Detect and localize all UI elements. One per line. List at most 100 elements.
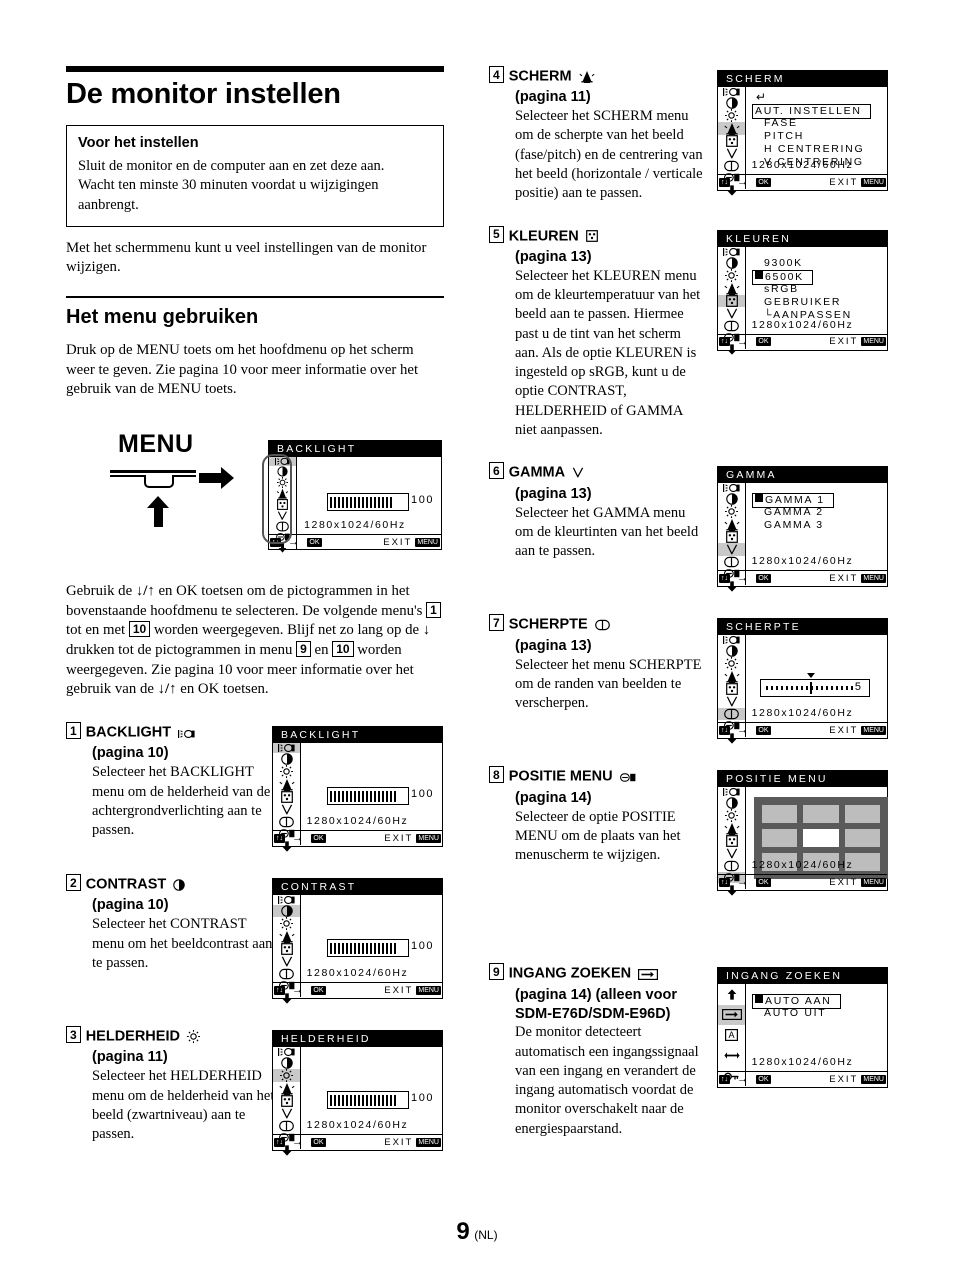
osd-option-row[interactable]: AUTO UIT bbox=[752, 1007, 841, 1020]
osd-ok-key[interactable]: OK bbox=[756, 177, 771, 187]
sidebar-brightness-icon[interactable] bbox=[273, 765, 300, 779]
osd-menu-key[interactable]: MENU bbox=[416, 985, 441, 995]
position-cell-1[interactable] bbox=[803, 805, 839, 824]
osd-updown-key[interactable]: ↑↓ bbox=[719, 1074, 730, 1084]
osd-menu-key[interactable]: MENU bbox=[861, 177, 886, 187]
sidebar-screen-icon[interactable] bbox=[273, 778, 300, 792]
osd-menu-key[interactable]: MENU bbox=[861, 337, 886, 347]
osd-option-row[interactable]: 6500K bbox=[752, 269, 852, 285]
sidebar-contrast-icon[interactable] bbox=[718, 493, 745, 506]
position-cell-2[interactable] bbox=[844, 805, 880, 824]
osd-ok-key[interactable]: OK bbox=[756, 877, 771, 887]
sidebar-color-icon[interactable] bbox=[718, 294, 745, 307]
osd-updown-key[interactable]: ↑↓ bbox=[270, 537, 281, 547]
sidebar-backlight-icon[interactable] bbox=[718, 483, 745, 493]
sidebar-brightness-icon[interactable] bbox=[718, 505, 745, 519]
sidebar-contrast-icon[interactable] bbox=[273, 1057, 300, 1069]
sidebar-backlight-icon[interactable] bbox=[718, 87, 745, 97]
position-cell-3[interactable] bbox=[762, 829, 798, 848]
sidebar-brightness-icon[interactable] bbox=[273, 917, 300, 931]
sidebar-contrast-icon[interactable] bbox=[273, 905, 300, 918]
osd-option-row[interactable]: GEBRUIKER bbox=[752, 296, 852, 309]
osd-option-list[interactable]: ↵ AUT. INSTELLEN FASE PITCH H CENTRERING V … bbox=[752, 91, 871, 169]
osd-updown-key[interactable]: ↑↓ bbox=[719, 725, 730, 735]
osd-menu-key[interactable]: MENU bbox=[416, 1137, 441, 1147]
osd-ok-key[interactable]: OK bbox=[307, 537, 322, 547]
sidebar-contrast-icon[interactable] bbox=[718, 256, 745, 269]
sidebar-icon-color[interactable] bbox=[269, 499, 296, 511]
sidebar-brightness-icon[interactable] bbox=[718, 809, 745, 823]
sidebar-color-icon[interactable] bbox=[718, 835, 745, 848]
sidebar-color-icon[interactable] bbox=[273, 1095, 300, 1108]
osd-menu-key[interactable]: MENU bbox=[861, 877, 886, 887]
sidebar-screen-icon[interactable] bbox=[718, 518, 745, 532]
sidebar-contrast-icon[interactable] bbox=[718, 645, 745, 658]
sidebar-screen-icon[interactable] bbox=[718, 670, 745, 684]
sidebar-input-search-icon[interactable] bbox=[718, 1004, 745, 1026]
osd-return-row[interactable]: ↵ bbox=[752, 91, 871, 104]
osd-option-row[interactable]: GAMMA 2 bbox=[752, 506, 834, 519]
sidebar-backlight-icon[interactable] bbox=[273, 743, 300, 754]
osd-menu-key[interactable]: MENU bbox=[861, 1074, 886, 1084]
osd-updown-key[interactable]: ↑↓ bbox=[719, 573, 730, 583]
position-cell-4[interactable] bbox=[803, 829, 839, 848]
sidebar-screen-icon[interactable] bbox=[718, 822, 745, 836]
sidebar-backlight-icon[interactable] bbox=[718, 635, 745, 645]
osd-updown-key[interactable]: ↑↓ bbox=[274, 1137, 285, 1147]
sidebar-contrast-icon[interactable] bbox=[718, 97, 745, 109]
osd-option-row[interactable]: AUT. INSTELLEN bbox=[752, 104, 871, 119]
osd-updown-key[interactable]: ↑↓ bbox=[274, 833, 285, 843]
osd-option-row[interactable]: PITCH bbox=[752, 130, 871, 143]
osd-menu-key[interactable]: MENU bbox=[861, 725, 886, 735]
sidebar-icon-screen[interactable] bbox=[269, 488, 296, 499]
sidebar-brightness-icon[interactable] bbox=[718, 657, 745, 671]
sidebar-icon-backlight[interactable] bbox=[269, 457, 296, 467]
osd-ok-key[interactable]: OK bbox=[756, 1074, 771, 1084]
sidebar-color-icon[interactable] bbox=[718, 683, 745, 696]
sidebar-brightness-icon[interactable] bbox=[718, 109, 745, 122]
sidebar-color-icon[interactable] bbox=[718, 135, 745, 147]
sidebar-backlight-icon[interactable] bbox=[273, 895, 300, 905]
osd-value-slider[interactable] bbox=[327, 787, 409, 806]
sidebar-contrast-icon[interactable] bbox=[273, 753, 300, 765]
osd-menu-key[interactable]: MENU bbox=[861, 573, 886, 583]
osd-menu-key[interactable]: MENU bbox=[415, 537, 440, 547]
osd-option-row[interactable]: AUTO AAN bbox=[752, 994, 841, 1010]
sidebar-brightness-icon[interactable] bbox=[718, 268, 745, 282]
osd-ok-key[interactable]: OK bbox=[311, 985, 326, 995]
sidebar-icon-brightness[interactable] bbox=[269, 477, 296, 489]
osd-option-row[interactable]: GAMMA 1 bbox=[752, 493, 834, 509]
osd-sharpness-slider[interactable]: 5 bbox=[760, 673, 870, 698]
osd-option-row[interactable]: H CENTRERING bbox=[752, 143, 871, 156]
sidebar-screen-icon[interactable] bbox=[718, 282, 745, 295]
osd-ok-key[interactable]: OK bbox=[756, 573, 771, 583]
osd-option-row[interactable]: sRGB bbox=[752, 283, 852, 296]
sidebar-backlight-icon[interactable] bbox=[718, 247, 745, 257]
osd-option-list[interactable]: 9300K 6500K sRGB GEBRUIKER └AANPASSEN bbox=[752, 257, 852, 322]
osd-option-row[interactable]: 9300K bbox=[752, 257, 852, 270]
osd-slider[interactable] bbox=[327, 493, 409, 512]
osd-ok-key[interactable]: OK bbox=[311, 1137, 326, 1147]
osd-option-list[interactable]: GAMMA 1 GAMMA 2 GAMMA 3 bbox=[752, 493, 834, 532]
osd-option-row[interactable]: FASE bbox=[752, 117, 871, 130]
osd-updown-key[interactable]: ↑↓ bbox=[719, 877, 730, 887]
sidebar-color-icon[interactable] bbox=[273, 791, 300, 804]
osd-value-slider[interactable] bbox=[327, 939, 409, 958]
sidebar-screen-icon[interactable] bbox=[718, 122, 745, 135]
sidebar-screen-icon[interactable] bbox=[273, 1082, 300, 1096]
sidebar-backlight-icon[interactable] bbox=[718, 787, 745, 797]
osd-menu-key[interactable]: MENU bbox=[416, 833, 441, 843]
position-cell-0[interactable] bbox=[762, 805, 798, 824]
sidebar-scroll-up-icon[interactable] bbox=[718, 984, 745, 1004]
sidebar-color-icon[interactable] bbox=[718, 531, 745, 544]
sidebar-contrast-icon[interactable] bbox=[718, 797, 745, 810]
osd-option-row[interactable]: GAMMA 3 bbox=[752, 519, 834, 532]
sidebar-auto-adjust-icon[interactable]: A bbox=[718, 1025, 745, 1045]
position-cell-5[interactable] bbox=[844, 829, 880, 848]
osd-option-list[interactable]: AUTO AAN AUTO UIT bbox=[752, 994, 841, 1020]
sidebar-backlight-icon[interactable] bbox=[273, 1047, 300, 1057]
osd-value-slider[interactable] bbox=[327, 1091, 409, 1110]
osd-ok-key[interactable]: OK bbox=[756, 725, 771, 735]
osd-updown-key[interactable]: ↑↓ bbox=[719, 337, 730, 347]
osd-ok-key[interactable]: OK bbox=[311, 833, 326, 843]
